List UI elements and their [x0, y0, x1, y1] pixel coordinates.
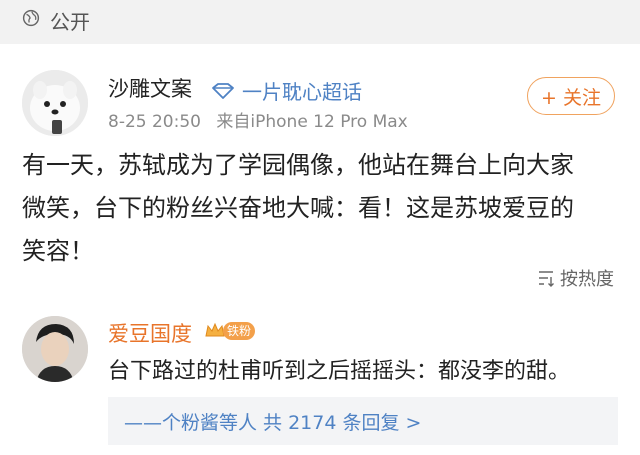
commenter-name[interactable]: 爱豆国度 — [108, 318, 192, 348]
dog-avatar-image — [22, 70, 88, 136]
supertopic-link[interactable]: 一片耽心超话 — [210, 76, 362, 105]
post-line: 微笑，台下的粉丝兴奋地大喊：看！这是苏坡爱豆的 — [22, 194, 574, 222]
comment-text: 台下路过的杜甫听到之后摇摇头：都没李的甜。 — [108, 359, 571, 384]
follow-button[interactable]: + 关注 — [527, 77, 615, 115]
sort-label: 按热度 — [560, 269, 614, 290]
replies-label: ——个粉酱等人 共 2174 条回复 > — [124, 411, 422, 434]
author-avatar[interactable] — [22, 70, 88, 136]
visibility-label: 公开 — [50, 10, 90, 34]
post-body: 有一天，苏轼成为了学园偶像，他站在舞台上向大家 微笑，台下的粉丝兴奋地大喊：看！… — [22, 144, 622, 273]
commenter-avatar[interactable] — [22, 316, 88, 382]
sort-toggle[interactable]: 按热度 — [538, 265, 614, 291]
replies-link[interactable]: ——个粉酱等人 共 2174 条回复 > — [108, 397, 618, 445]
post-line: 有一天，苏轼成为了学园偶像，他站在舞台上向大家 — [22, 151, 574, 179]
post-line: 笑容！ — [22, 237, 94, 265]
person-avatar-image — [22, 316, 88, 382]
post-timestamp: 8-25 20:50 — [108, 112, 201, 132]
fan-badge: 铁粉 — [223, 322, 256, 340]
diamond-icon — [212, 82, 234, 99]
supertopic-label: 一片耽心超话 — [242, 80, 362, 104]
author-name[interactable]: 沙雕文案 — [108, 73, 192, 103]
visibility-bar: 公开 — [0, 0, 640, 44]
sort-icon — [539, 271, 554, 287]
post-meta: 8-25 20:50 来自iPhone 12 Pro Max — [108, 107, 408, 132]
globe-icon — [22, 9, 40, 27]
post-source: 来自iPhone 12 Pro Max — [216, 112, 408, 132]
